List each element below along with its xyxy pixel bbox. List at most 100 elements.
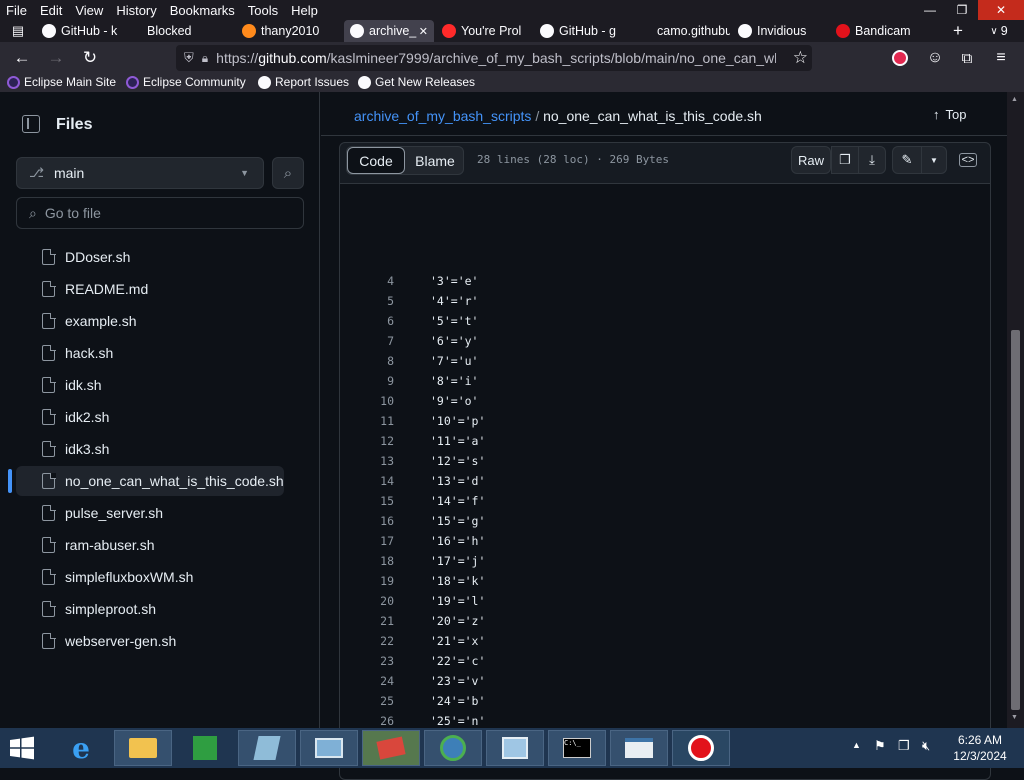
file-tree-item[interactable]: example.sh: [16, 306, 284, 336]
account-button[interactable]: ☺: [922, 47, 948, 69]
line-number[interactable]: 13: [340, 454, 396, 468]
bookmark-eclipse-community[interactable]: Eclipse Community: [126, 75, 246, 89]
download-button[interactable]: ⤓: [858, 146, 886, 174]
taskbar-store[interactable]: [176, 730, 234, 766]
reload-button[interactable]: ↻: [77, 47, 103, 69]
scroll-down-icon[interactable]: ▼: [1011, 714, 1018, 721]
menu-file[interactable]: File: [0, 3, 34, 18]
line-number[interactable]: 24: [340, 674, 396, 688]
pocket-button[interactable]: [887, 47, 913, 69]
taskbar-bandicam[interactable]: [672, 730, 730, 766]
raw-button[interactable]: Raw: [791, 146, 831, 174]
line-number[interactable]: 26: [340, 714, 396, 728]
clock[interactable]: 6:26 AM 12/3/2024: [944, 732, 1016, 764]
scroll-up-icon[interactable]: ▲: [1011, 96, 1018, 103]
tab-code[interactable]: Code: [347, 147, 405, 174]
tab-8[interactable]: Bandicam: [830, 20, 940, 42]
line-number[interactable]: 14: [340, 474, 396, 488]
taskbar-cmd[interactable]: C:\_: [548, 730, 606, 766]
tab-4[interactable]: You're Prol: [436, 20, 532, 42]
file-tree-item[interactable]: idk2.sh: [16, 402, 284, 432]
bookmark-report-issues[interactable]: Report Issues: [258, 75, 349, 89]
line-number[interactable]: 11: [340, 414, 396, 428]
copy-button[interactable]: ❐: [831, 146, 859, 174]
line-number[interactable]: 4: [340, 274, 396, 288]
collapse-sidebar-icon[interactable]: [22, 115, 40, 133]
file-tree-item[interactable]: idk3.sh: [16, 434, 284, 464]
file-tree-item[interactable]: no_one_can_what_is_this_code.sh: [16, 466, 284, 496]
address-bar[interactable]: ⛨ 🔒︎ https://github.com/kaslmineer7999/a…: [176, 45, 812, 71]
taskbar-control-panel[interactable]: [486, 730, 544, 766]
menu-help[interactable]: Help: [285, 3, 325, 18]
line-number[interactable]: 19: [340, 574, 396, 588]
line-number[interactable]: 20: [340, 594, 396, 608]
go-to-file-input[interactable]: ⌕ Go to file: [16, 197, 304, 229]
repo-link[interactable]: archive_of_my_bash_scripts: [354, 108, 531, 124]
flag-icon[interactable]: ⚑: [874, 738, 886, 754]
file-tree-item[interactable]: simpleproot.sh: [16, 594, 284, 624]
menu-tools[interactable]: Tools: [242, 3, 285, 18]
volume-muted-icon[interactable]: 🔇︎: [922, 738, 930, 754]
all-tabs-button[interactable]: ∨ 9: [982, 20, 1016, 42]
file-tree-item[interactable]: hack.sh: [16, 338, 284, 368]
tab-list-button[interactable]: ▤: [4, 20, 32, 42]
taskbar-ie[interactable]: e: [52, 730, 110, 766]
branch-selector[interactable]: ⎇ main ▼: [16, 157, 264, 189]
line-number[interactable]: 17: [340, 534, 396, 548]
tab-5[interactable]: GitHub - g: [534, 20, 630, 42]
bookmark-eclipse-main-site[interactable]: Eclipse Main Site: [7, 75, 116, 89]
symbols-button[interactable]: <>: [954, 146, 982, 174]
back-button[interactable]: ←: [9, 47, 35, 69]
close-window-button[interactable]: ✕: [978, 0, 1024, 20]
menu-bookmarks[interactable]: Bookmarks: [164, 3, 242, 18]
menu-view[interactable]: View: [69, 3, 110, 18]
star-icon[interactable]: ☆: [793, 48, 808, 68]
file-tree-item[interactable]: README.md: [16, 274, 284, 304]
line-number[interactable]: 9: [340, 374, 396, 388]
line-number[interactable]: 16: [340, 514, 396, 528]
tab-1[interactable]: Blocked: [122, 20, 232, 42]
taskbar-red-box-app[interactable]: [362, 730, 420, 766]
start-button[interactable]: [8, 736, 36, 760]
line-number[interactable]: 10: [340, 394, 396, 408]
top-link[interactable]: ↑ Top: [933, 107, 966, 122]
network-icon[interactable]: ❐: [898, 738, 910, 754]
line-number[interactable]: 18: [340, 554, 396, 568]
page-scrollbar[interactable]: ▲ ▼: [1007, 92, 1024, 728]
line-number[interactable]: 23: [340, 654, 396, 668]
tab-blame[interactable]: Blame: [407, 147, 463, 174]
file-tree-item[interactable]: DDoser.sh: [16, 242, 284, 272]
line-number[interactable]: 22: [340, 634, 396, 648]
line-number[interactable]: 12: [340, 434, 396, 448]
taskbar-download-manager[interactable]: [424, 730, 482, 766]
menu-edit[interactable]: Edit: [34, 3, 69, 18]
tab-3[interactable]: archive_ ✕: [344, 20, 434, 42]
search-files-button[interactable]: ⌕: [272, 157, 304, 189]
restore-button[interactable]: ❐: [946, 0, 978, 20]
minimize-button[interactable]: —: [914, 0, 946, 20]
line-number[interactable]: 8: [340, 354, 396, 368]
taskbar-file-explorer[interactable]: [114, 730, 172, 766]
file-tree-item[interactable]: ram-abuser.sh: [16, 530, 284, 560]
line-number[interactable]: 15: [340, 494, 396, 508]
tab-2[interactable]: thany2010: [236, 20, 342, 42]
edit-button[interactable]: ✎: [892, 146, 922, 174]
taskbar-window-app[interactable]: [610, 730, 668, 766]
menu-history[interactable]: History: [110, 3, 163, 18]
line-number[interactable]: 5: [340, 294, 396, 308]
new-tab-button[interactable]: +: [948, 20, 968, 42]
tab-0[interactable]: GitHub - k: [36, 20, 120, 42]
line-number[interactable]: 7: [340, 334, 396, 348]
app-menu-button[interactable]: ≡: [988, 47, 1014, 69]
line-number[interactable]: 25: [340, 694, 396, 708]
file-tree-item[interactable]: simplefluxboxWM.sh: [16, 562, 284, 592]
tab-7[interactable]: Invidious: [732, 20, 828, 42]
close-tab-icon[interactable]: ✕: [419, 25, 428, 38]
extensions-button[interactable]: ⧉: [954, 47, 980, 69]
tab-6[interactable]: camo.githubus: [632, 20, 730, 42]
file-tree-item[interactable]: webserver-gen.sh: [16, 626, 284, 656]
show-hidden-icons[interactable]: ▲: [852, 740, 861, 750]
line-number[interactable]: 21: [340, 614, 396, 628]
edit-options-button[interactable]: ▼: [921, 146, 947, 174]
taskbar-notes-app[interactable]: [238, 730, 296, 766]
